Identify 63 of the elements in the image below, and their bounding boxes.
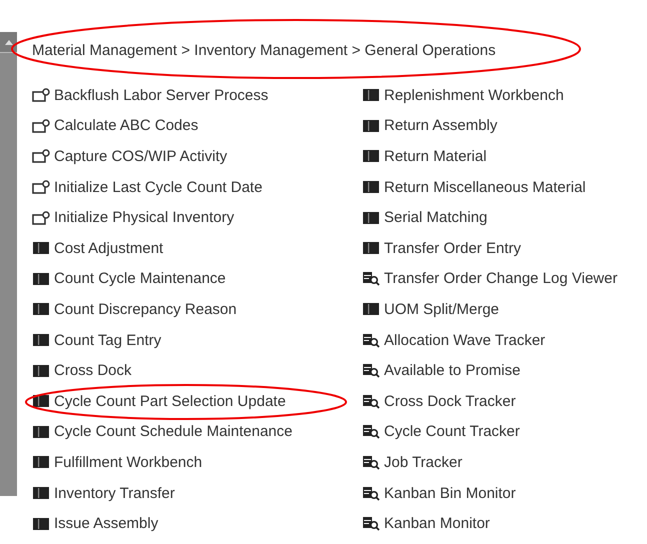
menu-link[interactable]: Calculate ABC Codes bbox=[32, 110, 362, 142]
menu-link[interactable]: Count Cycle Maintenance bbox=[32, 264, 362, 294]
menu-link[interactable]: Cycle Count Tracker bbox=[362, 416, 647, 448]
book-icon bbox=[32, 424, 50, 439]
menu-link[interactable]: Return Assembly bbox=[362, 110, 647, 142]
menu-link[interactable]: Cycle Count Schedule Maintenance bbox=[32, 416, 362, 448]
menu-link[interactable]: Transfer Order Change Log Viewer bbox=[362, 264, 647, 294]
book-icon bbox=[32, 486, 50, 500]
book-icon bbox=[362, 149, 380, 164]
menu-link[interactable]: Issue Assembly bbox=[32, 508, 362, 539]
book-icon bbox=[362, 210, 380, 225]
window-gear-icon bbox=[32, 149, 50, 164]
menu-link[interactable]: Serial Matching bbox=[362, 202, 647, 233]
menu-link[interactable]: Replenishment Workbench bbox=[362, 80, 647, 111]
menu-link[interactable]: Fulfillment Workbench bbox=[32, 447, 362, 478]
book-icon bbox=[362, 180, 380, 194]
scrollbar[interactable] bbox=[0, 32, 17, 496]
menu-link[interactable]: Capture COS/WIP Activity bbox=[32, 141, 362, 172]
menu-link[interactable]: Kanban Monitor bbox=[362, 508, 647, 539]
menu-link[interactable]: Cycle Count Part Selection Update bbox=[32, 386, 362, 417]
book-icon bbox=[32, 516, 50, 531]
menu-link[interactable]: Count Tag Entry bbox=[32, 324, 362, 356]
menu-link[interactable]: Allocation Wave Tracker bbox=[362, 324, 647, 356]
menu-link[interactable]: Cross Dock bbox=[32, 355, 362, 386]
window-gear-icon bbox=[32, 180, 50, 194]
menu-link[interactable]: Inventory Transfer bbox=[32, 478, 362, 508]
up-arrow-icon bbox=[4, 40, 12, 44]
menu-link[interactable]: Cross Dock Tracker bbox=[362, 386, 647, 417]
menu-link[interactable]: Backflush Labor Server Process bbox=[32, 80, 362, 111]
menu-link[interactable]: Transfer Order Entry bbox=[362, 232, 647, 264]
menu-link[interactable]: Kanban Bin Monitor bbox=[362, 478, 647, 508]
list-search-icon bbox=[362, 332, 380, 348]
menu-link[interactable]: Cost Adjustment bbox=[32, 232, 362, 264]
list-search-icon bbox=[362, 486, 380, 501]
book-icon bbox=[32, 364, 50, 378]
book-icon bbox=[32, 394, 50, 408]
window-gear-icon bbox=[32, 118, 50, 133]
book-icon bbox=[32, 302, 50, 316]
book-icon bbox=[362, 118, 380, 133]
list-search-icon bbox=[362, 424, 380, 440]
menu-link[interactable]: Initialize Last Cycle Count Date bbox=[32, 172, 362, 202]
window-gear-icon bbox=[32, 88, 50, 102]
book-icon bbox=[362, 302, 380, 316]
list-search-icon bbox=[362, 516, 380, 532]
list-search-icon bbox=[362, 363, 380, 378]
breadcrumb: Material Management > Inventory Management > General Operations bbox=[32, 42, 497, 61]
book-icon bbox=[32, 272, 50, 286]
window-gear-icon bbox=[32, 210, 50, 225]
menu-link[interactable]: Job Tracker bbox=[362, 447, 647, 478]
list-search-icon bbox=[362, 394, 380, 409]
menu-link[interactable]: Available to Promise bbox=[362, 355, 647, 386]
menu-link[interactable]: Initialize Physical Inventory bbox=[32, 202, 362, 233]
menu-link[interactable]: Return Miscellaneous Material bbox=[362, 172, 647, 202]
list-search-icon bbox=[362, 271, 380, 286]
book-icon bbox=[362, 241, 380, 256]
menu-link[interactable]: Return Material bbox=[362, 141, 647, 172]
book-icon bbox=[32, 455, 50, 470]
list-search-icon bbox=[362, 454, 380, 470]
book-icon bbox=[32, 333, 50, 348]
menu-link[interactable]: UOM Split/Merge bbox=[362, 294, 647, 325]
book-icon bbox=[32, 241, 50, 256]
book-icon bbox=[362, 88, 380, 102]
menu-link[interactable]: Count Discrepancy Reason bbox=[32, 294, 362, 325]
